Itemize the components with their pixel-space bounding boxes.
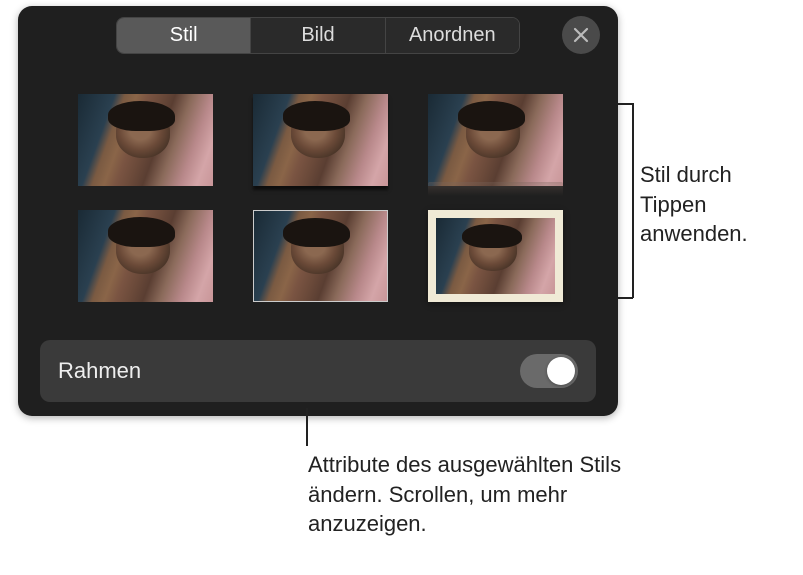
style-panel: Stil Bild Anordnen Rahmen xyxy=(18,6,618,416)
portrait-image xyxy=(436,218,555,294)
panel-header: Stil Bild Anordnen xyxy=(18,6,618,64)
style-thumb-plain[interactable] xyxy=(78,94,213,186)
close-button[interactable] xyxy=(562,16,600,54)
tab-stil[interactable]: Stil xyxy=(117,18,251,53)
frame-label: Rahmen xyxy=(58,358,141,384)
frame-toggle[interactable] xyxy=(520,354,578,388)
tab-anordnen[interactable]: Anordnen xyxy=(386,18,519,53)
tab-bar: Stil Bild Anordnen xyxy=(116,17,520,54)
callout-attributes: Attribute des ausgewählten Stils ändern.… xyxy=(308,450,658,539)
callout-leader xyxy=(618,297,633,299)
callout-leader xyxy=(618,103,633,105)
portrait-image xyxy=(253,210,388,302)
frame-row: Rahmen xyxy=(40,340,596,402)
style-thumb-plain-2[interactable] xyxy=(78,210,213,302)
toggle-knob xyxy=(547,357,575,385)
style-grid xyxy=(18,64,618,322)
style-thumb-white-frame[interactable] xyxy=(428,210,563,302)
style-thumb-reflection[interactable] xyxy=(428,94,563,186)
portrait-image xyxy=(78,210,213,302)
callout-leader xyxy=(306,408,308,446)
portrait-image xyxy=(253,94,388,186)
portrait-image xyxy=(78,94,213,186)
style-thumb-thin-border[interactable] xyxy=(253,210,388,302)
style-thumb-shadow[interactable] xyxy=(253,94,388,186)
tab-bild[interactable]: Bild xyxy=(251,18,385,53)
callout-leader xyxy=(632,103,634,298)
close-icon xyxy=(573,27,589,43)
portrait-image xyxy=(428,94,563,186)
callout-apply-style: Stil durch Tippen anwenden. xyxy=(640,160,790,249)
